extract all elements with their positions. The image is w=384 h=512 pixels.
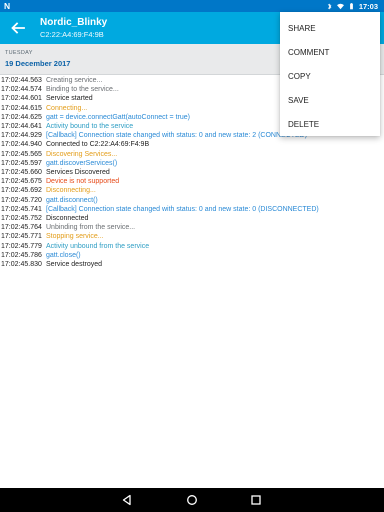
log-message: Disconnected: [46, 215, 89, 223]
back-nav-icon[interactable]: [121, 494, 133, 506]
log-timestamp: 17:02:44.929: [1, 132, 42, 140]
log-message: Service destroyed: [46, 261, 103, 269]
menu-item-share[interactable]: SHARE: [280, 16, 380, 40]
log-timestamp: 17:02:44.940: [1, 141, 42, 149]
log-timestamp: 17:02:44.574: [1, 86, 42, 94]
recents-nav-icon[interactable]: [250, 494, 262, 506]
log-message: Activity unbound from the service: [46, 242, 150, 250]
log-row: 17:02:45.771 Stopping service...: [0, 232, 384, 241]
notification-app-icon: N: [4, 1, 11, 11]
log-timestamp: 17:02:45.597: [1, 159, 42, 167]
bluetooth-icon: [327, 3, 332, 9]
log-timestamp: 17:02:45.764: [1, 224, 42, 232]
log-message: Discovering Services...: [46, 150, 118, 158]
menu-item-delete[interactable]: DELETE: [280, 112, 380, 136]
log-timestamp: 17:02:44.625: [1, 113, 42, 121]
log-message: Device is not supported: [46, 178, 120, 186]
log-row: 17:02:45.830 Service destroyed: [0, 260, 384, 269]
log-row: 17:02:45.565 Discovering Services...: [0, 150, 384, 159]
status-bar: N 17:03: [0, 0, 384, 12]
log-row: 17:02:45.660 Services Discovered: [0, 168, 384, 177]
device-address: C2:22:A4:69:F4:9B: [40, 30, 104, 39]
log-timestamp: 17:02:45.692: [1, 187, 42, 195]
log-timestamp: 17:02:45.830: [1, 261, 42, 269]
log-timestamp: 17:02:45.720: [1, 196, 42, 204]
menu-item-copy[interactable]: COPY: [280, 64, 380, 88]
menu-item-comment[interactable]: COMMENT: [280, 40, 380, 64]
date-label: 19 December 2017: [5, 59, 71, 68]
date-day-label: TUESDAY: [5, 50, 33, 56]
log-timestamp: 17:02:45.786: [1, 251, 42, 259]
log-timestamp: 17:02:45.565: [1, 150, 42, 158]
wifi-icon: [336, 3, 344, 9]
log-message: Services Discovered: [46, 169, 110, 177]
log-message: Connected to C2:22:A4:69:F4:9B: [46, 141, 150, 149]
log-row: 17:02:45.752 Disconnected: [0, 214, 384, 223]
log-row: 17:02:44.940 Connected to C2:22:A4:69:F4:…: [0, 140, 384, 149]
log-row: 17:02:45.779 Activity unbound from the se…: [0, 242, 384, 251]
log-timestamp: 17:02:45.752: [1, 215, 42, 223]
log-message: Disconnecting...: [46, 187, 96, 195]
log-timestamp: 17:02:45.675: [1, 178, 42, 186]
log-timestamp: 17:02:45.741: [1, 205, 42, 213]
log-row: 17:02:45.597 gatt.discoverServices(): [0, 159, 384, 168]
log-timestamp: 17:02:44.601: [1, 95, 42, 103]
log-row: 17:02:45.786 gatt.close(): [0, 251, 384, 260]
log-row: 17:02:45.764 Unbinding from the service..…: [0, 223, 384, 232]
battery-icon: [349, 2, 353, 9]
log-timestamp: 17:02:44.615: [1, 104, 42, 112]
log-message: gatt.discoverServices(): [46, 159, 118, 167]
log-message: gatt.disconnect(): [46, 196, 98, 204]
log-message: [Callback] Connection state changed with…: [46, 205, 319, 213]
log-timestamp: 17:02:44.641: [1, 123, 42, 131]
arrow-left-icon[interactable]: [10, 20, 26, 36]
log-timestamp: 17:02:45.660: [1, 169, 42, 177]
log-row: 17:02:45.741 [Callback] Connection state …: [0, 205, 384, 214]
log-row: 17:02:45.675 Device is not supported: [0, 177, 384, 186]
home-nav-icon[interactable]: [186, 494, 198, 506]
overflow-menu: SHARE COMMENT COPY SAVE DELETE: [280, 12, 380, 136]
log-timestamp: 17:02:45.779: [1, 242, 42, 250]
navigation-bar: [0, 488, 384, 512]
log-message: Stopping service...: [46, 233, 104, 241]
log-message: gatt.close(): [46, 251, 81, 259]
menu-item-save[interactable]: SAVE: [280, 88, 380, 112]
log-timestamp: 17:02:45.771: [1, 233, 42, 241]
page-title: Nordic_Blinky: [40, 17, 108, 28]
log-row: 17:02:45.692 Disconnecting...: [0, 186, 384, 195]
log-row: 17:02:45.720 gatt.disconnect(): [0, 196, 384, 205]
log-message: Unbinding from the service...: [46, 224, 136, 232]
log-timestamp: 17:02:44.563: [1, 77, 42, 84]
status-time: 17:03: [358, 1, 378, 11]
